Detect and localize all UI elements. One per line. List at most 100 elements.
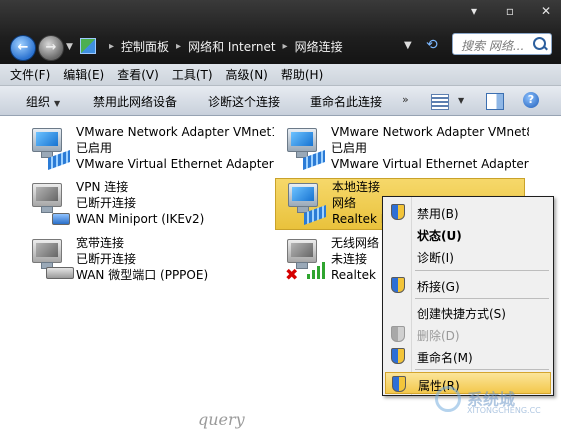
back-button[interactable]: ←	[10, 35, 36, 61]
more-commands-button[interactable]: »	[402, 93, 409, 106]
menu-item-disable[interactable]: 禁用(B)	[385, 201, 551, 223]
breadcrumb: ▸ 控制面板 ▸ 网络和 Internet ▸ 网络连接	[80, 36, 343, 56]
menu-item-label: 桥接(G)	[417, 280, 460, 294]
broadband-icon	[28, 237, 74, 281]
connection-text: VMware Network Adapter VMnet8 已启用 VMware…	[331, 124, 529, 172]
close-button[interactable]: ✕	[539, 4, 553, 18]
connection-text: 无线网络连接 未连接 Realtek RTL8188CE Wireless LA…	[331, 235, 379, 283]
signature-watermark: query	[198, 410, 245, 429]
connection-status: 已断开连接	[76, 196, 137, 210]
preview-pane-icon[interactable]	[486, 93, 504, 110]
connection-status: 网络	[332, 196, 357, 210]
ethernet-icon	[283, 126, 327, 171]
menu-item-label: 创建快捷方式(S)	[417, 307, 506, 321]
menu-view[interactable]: 查看(V)	[117, 66, 159, 83]
uac-shield-icon	[392, 376, 406, 392]
window-controls: ▾ ▫ ✕	[467, 4, 553, 18]
connection-text: 本地连接 网络 Realtek PCIe GBE Family Controll…	[332, 179, 382, 227]
context-menu: 禁用(B) 状态(U) 诊断(I) 桥接(G) 创建快捷方式(S) 删除(D) …	[382, 196, 554, 396]
chevron-down-icon: ▼	[54, 99, 61, 108]
menu-item-rename[interactable]: 重命名(M)	[385, 345, 551, 367]
site-logo-icon	[435, 386, 461, 412]
recent-pages-dropdown-icon[interactable]: ▼	[66, 42, 73, 52]
connection-name: 宽带连接	[76, 236, 125, 250]
menu-bar: 文件(F) 编辑(E) 查看(V) 工具(T) 高级(N) 帮助(H)	[0, 64, 561, 86]
ethernet-icon	[284, 181, 328, 226]
search-input[interactable]: 搜索 网络...	[452, 33, 552, 55]
search-placeholder: 搜索 网络...	[461, 39, 525, 53]
menu-item-delete: 删除(D)	[385, 323, 551, 345]
search-icon[interactable]	[533, 37, 546, 50]
menu-item-create-shortcut[interactable]: 创建快捷方式(S)	[385, 301, 551, 323]
control-panel-icon	[80, 38, 96, 54]
help-icon[interactable]: ?	[523, 92, 539, 108]
disconnected-icon: ✖	[285, 265, 299, 284]
menu-edit[interactable]: 编辑(E)	[63, 66, 104, 83]
connection-name: VMware Network Adapter VMnet1	[76, 125, 274, 139]
menu-item-label: 诊断(I)	[417, 251, 454, 265]
menu-item-bridge[interactable]: 桥接(G)	[385, 274, 551, 296]
uac-shield-icon	[391, 326, 405, 342]
connection-text: 宽带连接 已断开连接 WAN 微型端口 (PPPOE)	[76, 235, 274, 283]
maximize-button[interactable]: ▫	[503, 4, 517, 18]
menu-item-label: 重命名(M)	[417, 351, 473, 365]
connection-text: VMware Network Adapter VMnet1 已启用 VMware…	[76, 124, 274, 172]
connection-status: 未连接	[331, 252, 368, 266]
uac-shield-icon	[391, 277, 405, 293]
chevron-down-icon[interactable]: ▼	[458, 96, 464, 105]
connection-text: VPN 连接 已断开连接 WAN Miniport (IKEv2)	[76, 179, 274, 227]
connection-item[interactable]: VMware Network Adapter VMnet8 已启用 VMware…	[281, 124, 531, 174]
rename-button[interactable]: 重命名此连接	[310, 93, 382, 110]
menu-advanced[interactable]: 高级(N)	[226, 66, 268, 83]
uac-shield-icon	[391, 204, 405, 220]
disable-device-button[interactable]: 禁用此网络设备	[93, 93, 177, 110]
organize-label: 组织	[26, 95, 51, 109]
connection-device: Realtek PCIe GBE Family Controller	[332, 212, 382, 226]
connection-item[interactable]: VMware Network Adapter VMnet1 已启用 VMware…	[26, 124, 276, 174]
connection-item[interactable]: 宽带连接 已断开连接 WAN 微型端口 (PPPOE)	[26, 235, 276, 285]
diagnose-button[interactable]: 诊断这个连接	[208, 93, 280, 110]
connection-name: VPN 连接	[76, 180, 129, 194]
address-dropdown-icon[interactable]: ▼	[404, 40, 412, 51]
site-url: XITONGCHENG.CC	[467, 406, 541, 415]
menu-separator	[415, 270, 549, 271]
command-bar: 组织 ▼ 禁用此网络设备 诊断这个连接 重命名此连接 » ▼ ?	[0, 86, 561, 116]
wireless-icon: ✖	[283, 237, 329, 284]
menu-file[interactable]: 文件(F)	[10, 66, 50, 83]
chevron-right-icon[interactable]: ▸	[109, 41, 114, 52]
connection-name: 无线网络连接	[331, 236, 379, 250]
menu-item-label: 禁用(B)	[417, 207, 459, 221]
menu-item-label: 状态(U)	[417, 229, 462, 243]
vpn-icon	[28, 181, 72, 225]
connection-item[interactable]: VPN 连接 已断开连接 WAN Miniport (IKEv2)	[26, 179, 276, 229]
breadcrumb-network-connections[interactable]: 网络连接	[295, 38, 343, 55]
refresh-icon[interactable]: ⟲	[426, 37, 442, 53]
site-watermark: 系统城 XITONGCHENG.CC	[435, 384, 555, 424]
menu-separator	[415, 369, 549, 370]
organize-button[interactable]: 组织 ▼	[26, 93, 60, 110]
breadcrumb-control-panel[interactable]: 控制面板	[121, 38, 169, 55]
connection-device: VMware Virtual Ethernet Adapter ...	[76, 157, 274, 171]
chevron-right-icon[interactable]: ▸	[176, 41, 181, 52]
connection-device: VMware Virtual Ethernet Adapter ...	[331, 157, 529, 171]
menu-item-diagnose[interactable]: 诊断(I)	[385, 245, 551, 267]
breadcrumb-network-internet[interactable]: 网络和 Internet	[188, 38, 275, 55]
forward-button[interactable]: →	[38, 35, 64, 61]
menu-help[interactable]: 帮助(H)	[281, 66, 323, 83]
view-options-icon[interactable]	[431, 94, 449, 110]
minimize-button[interactable]: ▾	[467, 4, 481, 18]
connection-status: 已启用	[331, 141, 368, 155]
menu-tools[interactable]: 工具(T)	[172, 66, 213, 83]
title-bar: ▾ ▫ ✕ ← → ▼ ▸ 控制面板 ▸ 网络和 Internet ▸ 网络连接…	[0, 0, 561, 64]
signal-bars-icon	[307, 261, 329, 279]
menu-separator	[415, 298, 549, 299]
chevron-right-icon[interactable]: ▸	[283, 41, 288, 52]
connection-name: 本地连接	[332, 180, 381, 194]
menu-item-label: 删除(D)	[417, 329, 460, 343]
connection-device: WAN 微型端口 (PPPOE)	[76, 268, 209, 282]
menu-item-status[interactable]: 状态(U)	[385, 223, 551, 245]
connection-device: WAN Miniport (IKEv2)	[76, 212, 205, 226]
connection-name: VMware Network Adapter VMnet8	[331, 125, 529, 139]
uac-shield-icon	[391, 348, 405, 364]
connection-device: Realtek RTL8188CE Wireless LAN	[331, 268, 379, 282]
